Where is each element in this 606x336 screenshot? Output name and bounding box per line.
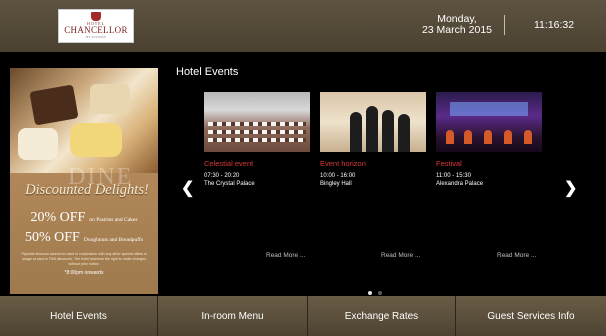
- event-venue: The Crystal Palace: [204, 181, 255, 187]
- read-more-link[interactable]: Read More ...: [266, 252, 305, 259]
- clock-time: 11:16:32: [534, 19, 575, 31]
- promo-offer-2-desc: Doughnuts and Breadpuffs: [83, 237, 144, 243]
- promo-offer-1-desc: on Pastries and Cakes: [89, 217, 138, 223]
- date-label: 23 March 2015: [421, 24, 492, 36]
- event-time: 07:30 - 20:20: [204, 173, 240, 179]
- nav-exchange-rates[interactable]: Exchange Rates: [308, 296, 456, 336]
- promo-time: *8:00pm onwards: [64, 270, 104, 276]
- event-name: Celestial event: [204, 159, 254, 168]
- promo-banner[interactable]: DINE Discounted Delights! 20% OFF on Pas…: [10, 68, 158, 294]
- event-image: [204, 92, 310, 152]
- carousel-prev-icon[interactable]: ❮: [181, 178, 194, 198]
- read-more-link[interactable]: Read More ...: [381, 252, 420, 259]
- nav-hotel-events[interactable]: Hotel Events: [0, 296, 158, 336]
- crest-icon: [91, 12, 101, 21]
- event-time: 10:00 - 16:00: [320, 173, 356, 179]
- logo-sub-text: BY SUNWAY: [85, 35, 107, 39]
- event-name: Festival: [436, 159, 462, 168]
- event-name: Event horizon: [320, 159, 366, 168]
- read-more-link[interactable]: Read More ...: [497, 252, 536, 259]
- promo-offer-1: 20% OFF on Pastries and Cakes: [10, 208, 158, 226]
- event-card[interactable]: Event horizon 10:00 - 16:00 Bingley Hall: [320, 92, 426, 187]
- promo-fine-print: *Special discount cannot be used in conj…: [21, 252, 147, 266]
- event-card[interactable]: Celestial event 07:30 - 20:20 The Crysta…: [204, 92, 310, 187]
- hotel-logo[interactable]: HOTEL CHANCELLOR BY SUNWAY: [58, 9, 134, 43]
- event-venue: Bingley Hall: [320, 181, 352, 187]
- pastry-photo: [10, 68, 158, 173]
- section-title: Hotel Events: [176, 66, 239, 78]
- logo-name-text: CHANCELLOR: [64, 25, 128, 35]
- event-venue: Alexandra Palace: [436, 181, 484, 187]
- promo-offer-2-value: 50% OFF: [24, 230, 80, 245]
- bottom-nav: Hotel Events In-room Menu Exchange Rates…: [0, 296, 606, 336]
- promo-title: Discounted Delights!: [25, 182, 149, 198]
- event-card[interactable]: Festival 11:00 - 15:30 Alexandra Palace: [436, 92, 542, 187]
- promo-offer-2: 50% OFF Doughnuts and Breadpuffs: [10, 228, 158, 246]
- nav-in-room-menu[interactable]: In-room Menu: [158, 296, 308, 336]
- event-time: 11:00 - 15:30: [436, 173, 471, 179]
- header-bar: HOTEL CHANCELLOR BY SUNWAY Monday, 23 Ma…: [0, 0, 606, 52]
- nav-guest-services-info[interactable]: Guest Services Info: [456, 296, 606, 336]
- page-dot[interactable]: [378, 291, 382, 295]
- page-dot-active[interactable]: [368, 291, 372, 295]
- carousel-next-icon[interactable]: ❯: [564, 178, 577, 198]
- header-divider: [504, 15, 505, 35]
- event-image: [436, 92, 542, 152]
- event-image: [320, 92, 426, 152]
- date-display: Monday, 23 March 2015: [422, 14, 492, 36]
- promo-offer-1-value: 20% OFF: [30, 210, 86, 225]
